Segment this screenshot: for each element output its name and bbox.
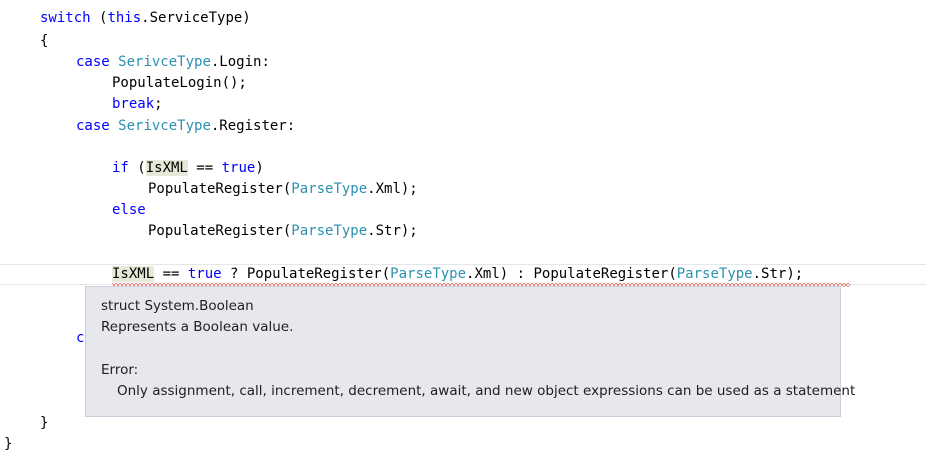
tooltip-error-label: Error: <box>101 362 139 378</box>
code-line-break: break; <box>112 96 163 112</box>
tooltip-summary: Represents a Boolean value. <box>101 319 294 335</box>
code-line-populate-xml: PopulateRegister(ParseType.Xml); <box>148 181 418 197</box>
tooltip-signature: struct System.Boolean <box>101 298 254 314</box>
code-line-open-brace: { <box>40 33 49 49</box>
code-line-case-login: case SerivceType.Login: <box>76 54 270 70</box>
code-line-if: if (IsXML == true) <box>112 160 264 176</box>
code-line-close-brace-outer: } <box>4 436 13 452</box>
code-line-partial-case: c <box>76 330 85 346</box>
code-line-else: else <box>112 202 146 218</box>
code-line-case-register: case SerivceType.Register: <box>76 118 296 134</box>
tooltip-error-message: Only assignment, call, increment, decrem… <box>117 383 856 399</box>
code-line-ternary-error: IsXML == true ? PopulateRegister(ParseTy… <box>112 266 804 282</box>
code-line-populate-str: PopulateRegister(ParseType.Str); <box>148 223 418 239</box>
code-line-populate-login: PopulateLogin(); <box>112 75 247 91</box>
code-line-switch: switch (this.ServiceType) <box>40 10 251 26</box>
code-line-close-brace-inner: } <box>40 415 49 431</box>
quick-info-tooltip: struct System.Boolean Represents a Boole… <box>85 286 855 417</box>
